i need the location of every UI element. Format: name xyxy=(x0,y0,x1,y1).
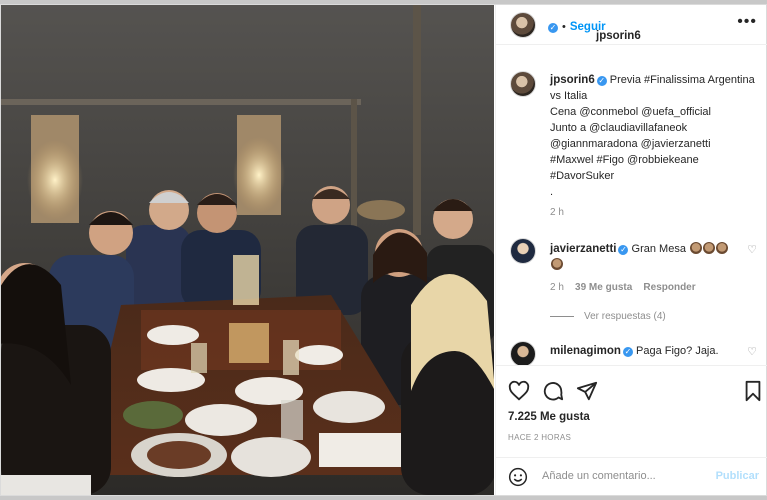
comments-section[interactable]: jpsorin6 ✓ Previa #Finalissima Argentina … xyxy=(496,45,767,365)
caption-avatar[interactable] xyxy=(510,71,536,97)
view-replies-button[interactable]: Ver respuestas (4) xyxy=(550,311,666,322)
smile-icon[interactable] xyxy=(508,467,528,487)
view-replies-label: Ver respuestas (4) xyxy=(584,311,666,322)
post-sidebar: jpsorin6 ✓ • Seguir ••• jpsorin6 ✓ Previa #F… xyxy=(495,5,767,495)
caption-line: Previa #Finalissima Argentina xyxy=(609,74,755,86)
share-icon[interactable] xyxy=(576,380,598,402)
author-username[interactable]: jpsorin6 xyxy=(596,30,641,42)
add-comment-bar: Añade un comentario... Publicar xyxy=(496,457,767,495)
caption-line: Junto a @claudiavillafaneok xyxy=(550,122,688,134)
reply-button[interactable]: Responder xyxy=(643,282,695,293)
separator-dot: • xyxy=(562,21,566,33)
heart-icon[interactable] xyxy=(508,380,530,402)
verified-badge-icon: ✓ xyxy=(622,347,633,357)
replies-line xyxy=(550,315,574,317)
caption-timestamp: 2 h xyxy=(550,207,564,218)
verified-badge-icon: ✓ xyxy=(596,76,607,86)
author-avatar[interactable] xyxy=(510,12,536,38)
comment-timestamp: 2 h xyxy=(550,282,564,293)
comment-like-heart-icon[interactable]: ♡ xyxy=(747,345,757,358)
comment-likes[interactable]: 39 Me gusta xyxy=(575,282,632,293)
comment-icon[interactable] xyxy=(542,380,564,402)
caption-line: #Maxwel #Figo @robbiekeane xyxy=(550,154,699,166)
action-bar xyxy=(496,365,767,411)
post-time-ago: HACE 2 HORAS xyxy=(508,433,572,442)
clap-emoji-icon xyxy=(703,242,716,254)
commenter-avatar[interactable] xyxy=(510,238,536,264)
caption-line: @giannmaradona @javierzanetti xyxy=(550,138,711,150)
comment-text: javierzanetti ✓ Gran Mesa xyxy=(550,241,745,273)
clap-emoji-icon xyxy=(716,242,729,254)
comment-input[interactable]: Añade un comentario... xyxy=(542,470,656,482)
post-header: jpsorin6 ✓ • Seguir ••• xyxy=(496,5,767,45)
commenter-avatar[interactable] xyxy=(510,341,536,365)
commenter-username[interactable]: javierzanetti xyxy=(550,243,616,255)
caption-line: #DavorSuker xyxy=(550,170,615,182)
publish-button[interactable]: Publicar xyxy=(716,470,759,482)
comment-like-heart-icon[interactable]: ♡ xyxy=(747,243,757,256)
comment-body: Paga Figo? Jaja. xyxy=(636,345,719,357)
more-options-icon[interactable]: ••• xyxy=(737,13,757,31)
clap-emoji-icon xyxy=(690,242,703,254)
caption-line: vs Italia xyxy=(550,90,588,102)
author-row: jpsorin6 ✓ • Seguir xyxy=(546,17,641,42)
dinner-photo-illustration xyxy=(1,5,494,495)
comment-body: Gran Mesa xyxy=(631,243,686,255)
comment-text: milenagimon ✓ Paga Figo? Jaja. xyxy=(550,343,745,359)
bookmark-icon[interactable] xyxy=(742,380,764,402)
caption-line: Cena @conmebol @uefa_official xyxy=(550,106,711,118)
clap-emoji-icon xyxy=(551,258,563,270)
person-front-right xyxy=(401,274,494,495)
caption-text: jpsorin6 ✓ Previa #Finalissima Argentina … xyxy=(550,72,755,200)
likes-count[interactable]: 7.225 Me gusta xyxy=(508,411,590,423)
verified-badge-icon: ✓ xyxy=(548,23,558,33)
caption-username[interactable]: jpsorin6 xyxy=(550,74,595,86)
commenter-username[interactable]: milenagimon xyxy=(550,345,621,357)
caption-line: . xyxy=(550,186,554,198)
post-photo[interactable] xyxy=(1,5,494,495)
comment-meta: 2 h 39 Me gusta Responder xyxy=(550,282,696,293)
instagram-post-window: jpsorin6 ✓ • Seguir ••• jpsorin6 ✓ Previa #F… xyxy=(0,4,767,496)
verified-badge-icon: ✓ xyxy=(618,245,629,255)
